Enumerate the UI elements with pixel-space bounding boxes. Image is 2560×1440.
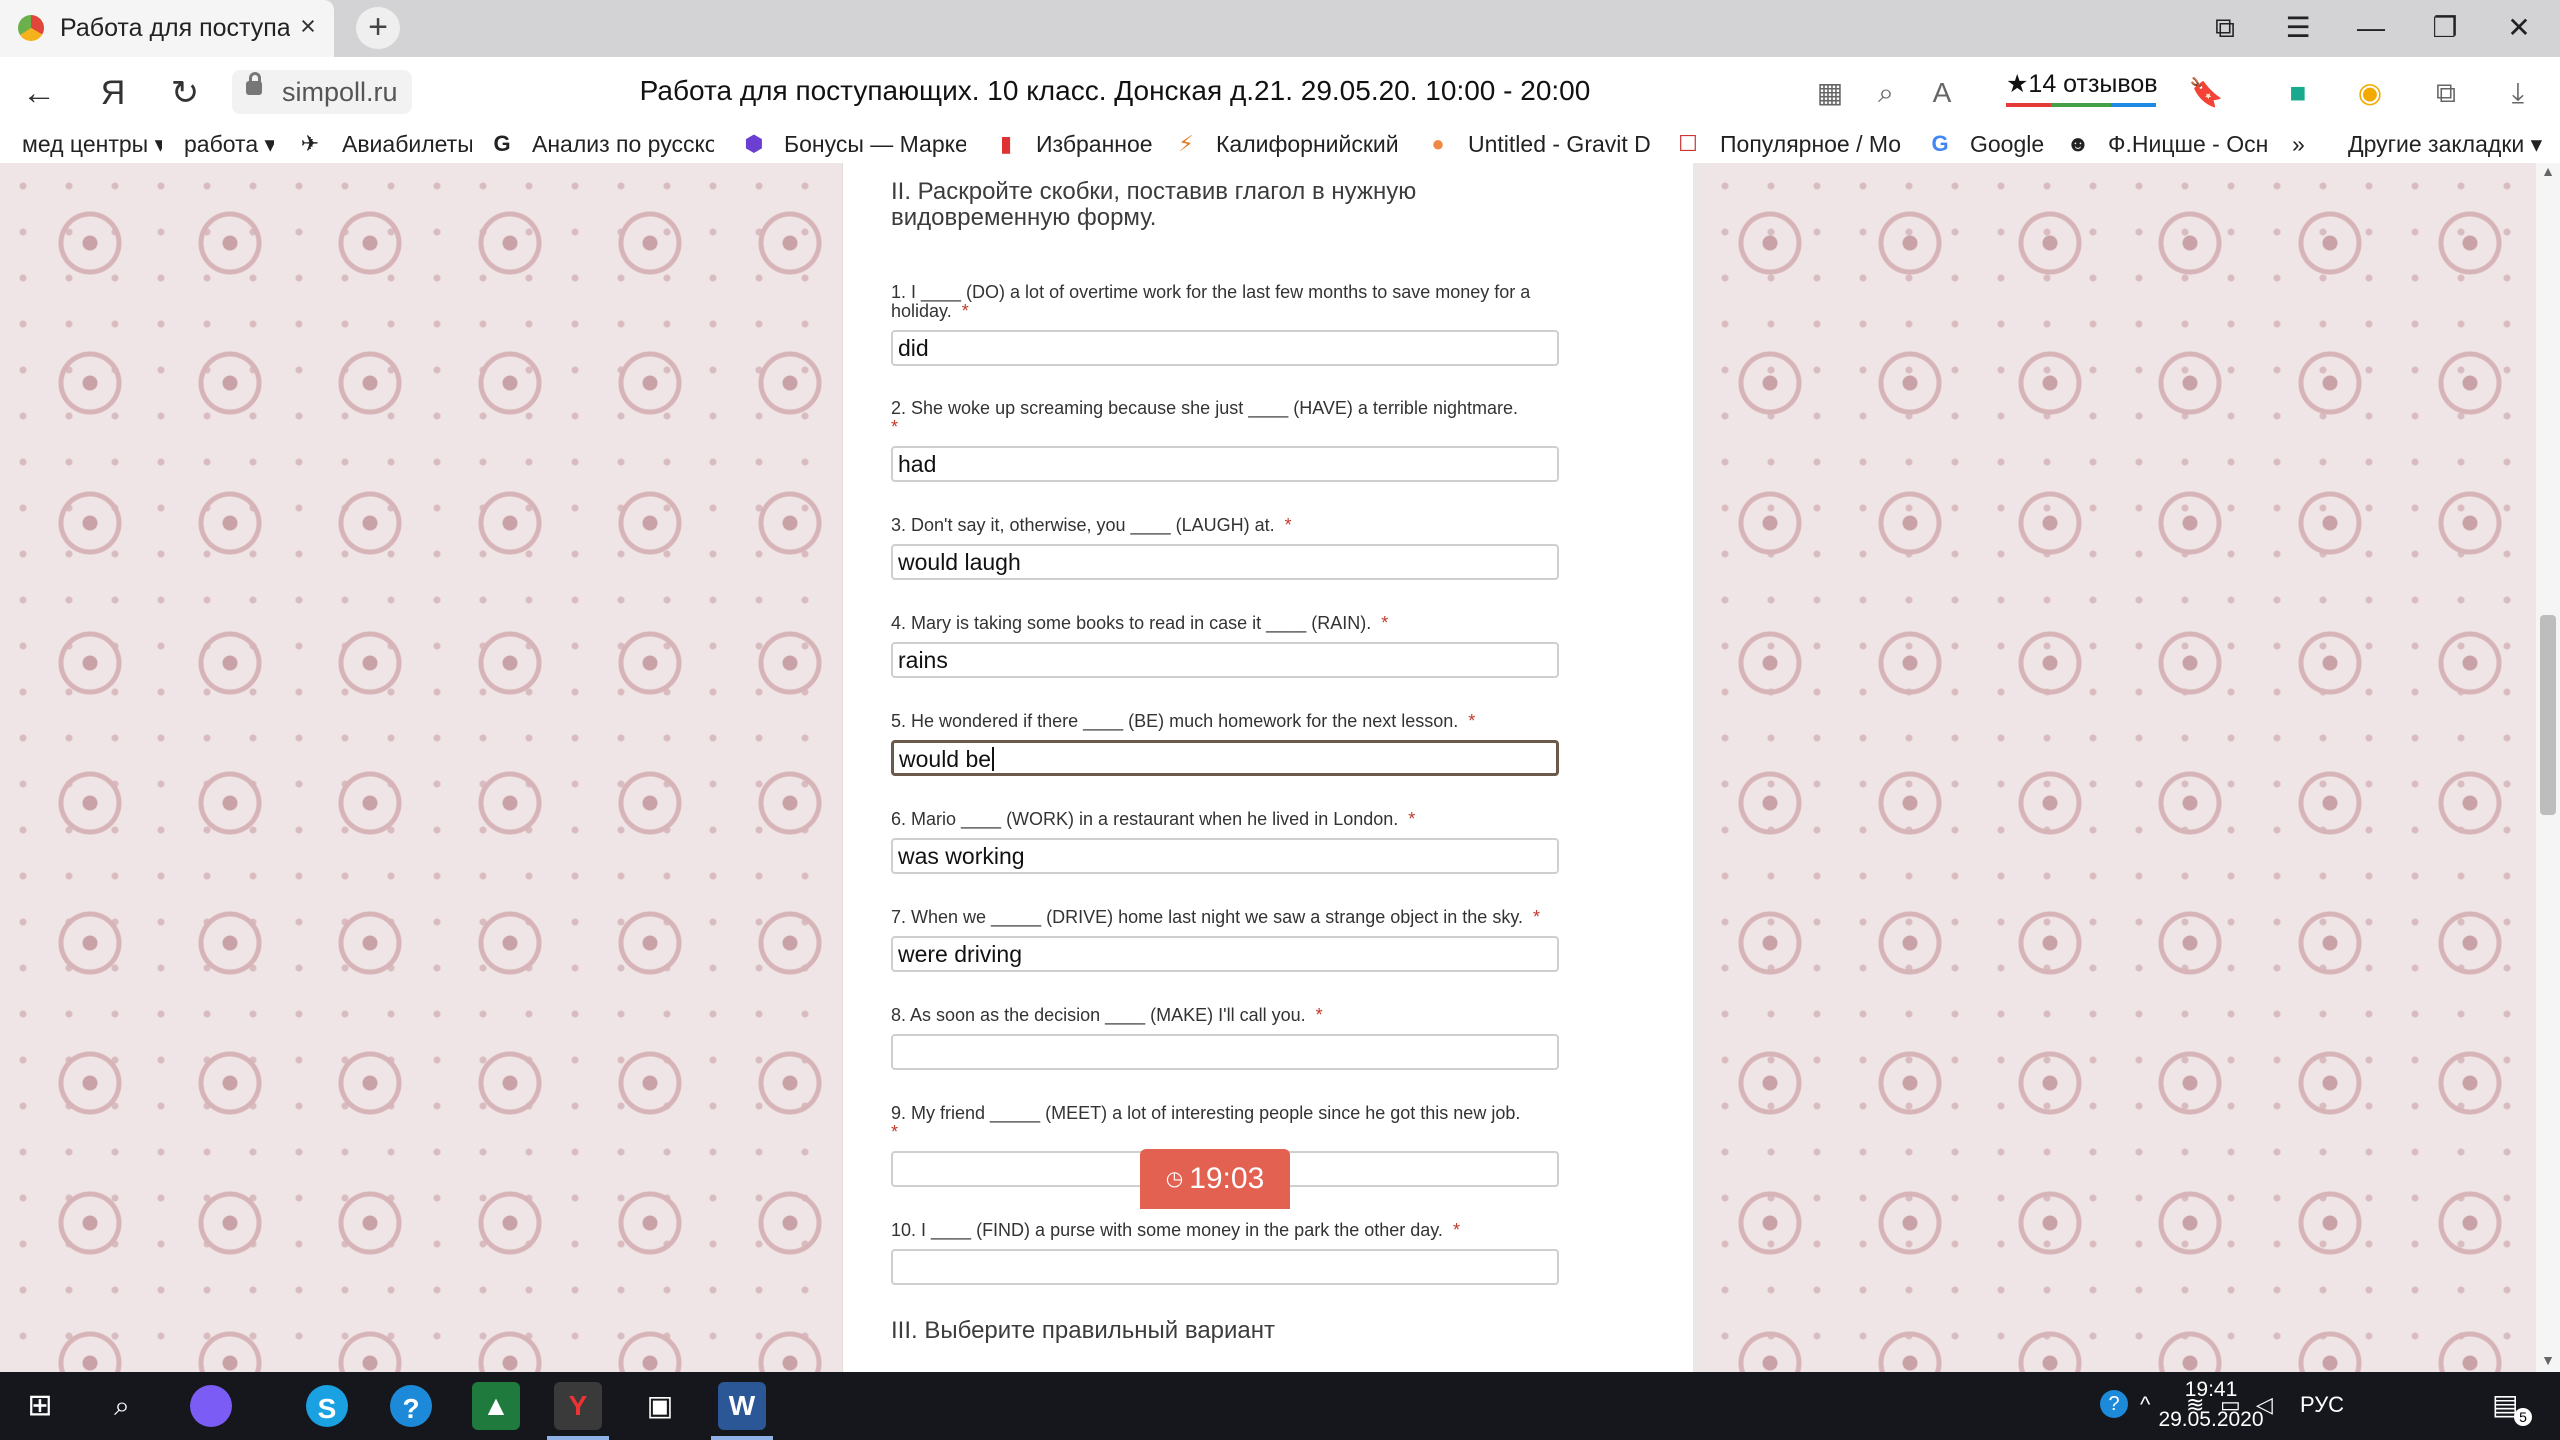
photos-icon[interactable]: ▣ xyxy=(636,1382,684,1430)
gravit-icon: ● xyxy=(1431,131,1445,156)
question-label: 2. She woke up screaming because she jus… xyxy=(891,398,1518,437)
taskbar: ⊞ ⌕ S ? ▲ Y ▣ W ? ^ ≋ ▭ ◁ РУС 19:41 29.0… xyxy=(0,1372,2560,1440)
url-field[interactable]: simpoll.ru xyxy=(232,70,412,114)
question-label: 7. When we _____ (DRIVE) home last night… xyxy=(891,907,1540,927)
bookmark-analiz[interactable]: Анализ по русском xyxy=(532,131,714,158)
maximize-button[interactable]: ❐ xyxy=(2420,10,2470,46)
question-label: 9. My friend _____ (MEET) a lot of inter… xyxy=(891,1103,1521,1142)
more-bookmarks-icon[interactable]: » xyxy=(2292,131,2305,158)
zoom-icon[interactable]: ⌕ xyxy=(1868,75,1904,111)
scroll-down-icon[interactable]: ▼ xyxy=(2536,1352,2560,1372)
tab-bar: Работа для поступающ × + ⧉ ☰ — ❐ ✕ xyxy=(0,0,2560,57)
bookmark-izbrannoe[interactable]: Избранное xyxy=(1036,131,1166,158)
clock-date[interactable]: 29.05.2020 xyxy=(2146,1408,2276,1432)
language-indicator[interactable]: РУС xyxy=(2300,1392,2344,1418)
windows-start-icon[interactable]: ⊞ xyxy=(16,1382,64,1430)
bookmark-icon[interactable]: 🔖 xyxy=(2188,75,2224,111)
tab-title: Работа для поступающ xyxy=(60,14,290,42)
alice-assistant-icon[interactable] xyxy=(190,1385,232,1427)
menu-icon[interactable]: ☰ xyxy=(2273,10,2323,46)
scroll-up-icon[interactable]: ▲ xyxy=(2536,163,2560,183)
nietzsche-icon: ☻ xyxy=(2066,131,2090,156)
edx-icon: ⚡ xyxy=(1178,131,1194,156)
question-label: 1. I ____ (DO) a lot of overtime work fo… xyxy=(891,282,1531,321)
page-title: Работа для поступающих. 10 класс. Донска… xyxy=(639,75,1591,106)
browser-tab[interactable]: Работа для поступающ × xyxy=(0,0,334,57)
next-section-title: III. Выберите правильный вариант xyxy=(891,1317,1276,1344)
help-icon[interactable]: ? xyxy=(390,1385,432,1427)
reload-button[interactable]: ↻ xyxy=(162,71,208,115)
question-label: 10. I ____ (FIND) a purse with some mone… xyxy=(891,1220,1460,1240)
chart-app-icon[interactable]: ▲ xyxy=(472,1382,520,1430)
answer-input[interactable]: would laugh xyxy=(891,544,1559,580)
bookmark-aviabilety[interactable]: Авиабилеты xyxy=(342,131,472,158)
clock-time[interactable]: 19:41 xyxy=(2166,1378,2256,1402)
answer-input-focused[interactable]: would be xyxy=(891,740,1559,776)
reviews-rating-bar xyxy=(2006,103,2156,107)
bookmark-california[interactable]: Калифорнийский у xyxy=(1216,131,1398,158)
search-icon[interactable]: ⌕ xyxy=(98,1382,146,1430)
question-label: 5. He wondered if there ____ (BE) much h… xyxy=(891,711,1476,731)
popular-icon: ☐ xyxy=(1678,131,1698,156)
yandex-browser-icon[interactable]: Y xyxy=(554,1382,602,1430)
answer-input[interactable]: was working xyxy=(891,838,1559,874)
clock-icon: ◷ xyxy=(1165,1168,1184,1190)
bookmarks-panel-icon[interactable]: ⧉ xyxy=(2200,10,2250,46)
lock-icon xyxy=(246,72,262,95)
bookmark-popular[interactable]: Популярное / Мо xyxy=(1720,131,1900,158)
bookmark-folder-med[interactable]: мед центры ▾ xyxy=(22,131,162,158)
help-tray-icon[interactable]: ? xyxy=(2100,1390,2128,1418)
extension-icon[interactable]: ■ xyxy=(2280,75,2316,111)
close-window-button[interactable]: ✕ xyxy=(2494,10,2544,46)
notification-count-badge: 5 xyxy=(2514,1408,2532,1426)
answer-input[interactable]: rains xyxy=(891,642,1559,678)
tab-close-icon[interactable]: × xyxy=(294,11,322,42)
downloads-icon[interactable]: ⤓ xyxy=(2500,75,2536,111)
question-label: 3. Don't say it, otherwise, you ____ (LA… xyxy=(891,515,1292,535)
scroll-thumb[interactable] xyxy=(2540,615,2556,815)
answer-input[interactable]: were driving xyxy=(891,936,1559,972)
site-favicon-icon xyxy=(18,15,44,41)
yandex-logo-icon[interactable]: Я xyxy=(90,71,136,115)
alice-icon[interactable]: ◉ xyxy=(2352,75,2388,111)
question-label: 8. As soon as the decision ____ (MAKE) I… xyxy=(891,1005,1323,1025)
market-icon: ⬢ xyxy=(744,131,764,156)
url-text: simpoll.ru xyxy=(282,77,398,107)
bookmark-google[interactable]: Google xyxy=(1970,131,2060,158)
active-app-indicator xyxy=(547,1436,609,1440)
timer-badge: ◷ 19:03 xyxy=(1140,1149,1290,1209)
google-icon: G xyxy=(493,131,511,156)
question-label: 6. Mario ____ (WORK) in a restaurant whe… xyxy=(891,809,1416,829)
active-app-indicator xyxy=(711,1436,773,1440)
google-icon: G xyxy=(1931,131,1949,156)
answer-input[interactable]: did xyxy=(891,330,1559,366)
back-button[interactable]: ← xyxy=(16,71,62,115)
collections-icon[interactable]: ⧉ xyxy=(2428,75,2464,111)
answer-input[interactable] xyxy=(891,1249,1559,1285)
section-title: II. Раскройте скобки, поставив глагол в … xyxy=(891,178,1417,231)
skype-icon[interactable]: S xyxy=(306,1385,348,1427)
bookmark-nietzsche[interactable]: Ф.Ницше - Осн xyxy=(2108,131,2268,158)
bookmark-folder-work[interactable]: работа ▾ xyxy=(184,131,274,158)
bookmarks-bar: мед центры ▾ работа ▾ ✈ Авиабилеты G Ана… xyxy=(0,127,2560,164)
answer-input[interactable] xyxy=(891,1034,1559,1070)
bookmark-bonusy[interactable]: Бонусы — Маркет xyxy=(784,131,966,158)
translate-page-icon[interactable]: ▦ xyxy=(1812,75,1848,111)
chart-icon: ▮ xyxy=(999,131,1013,156)
word-icon[interactable]: W xyxy=(718,1382,766,1430)
address-bar: ← Я ↻ simpoll.ru Работа для поступающих.… xyxy=(0,57,2560,127)
scrollbar[interactable]: ▲ ▼ xyxy=(2536,163,2560,1372)
text-cursor xyxy=(992,747,995,771)
new-tab-button[interactable]: + xyxy=(356,7,400,49)
answer-input[interactable]: had xyxy=(891,446,1559,482)
reviews-button[interactable]: ★14 отзывов xyxy=(2006,69,2158,99)
question-label: 4. Mary is taking some books to read in … xyxy=(891,613,1389,633)
translate-icon[interactable]: A xyxy=(1924,75,1960,111)
other-bookmarks-folder[interactable]: Другие закладки ▾ xyxy=(2348,131,2542,158)
bookmark-gravit[interactable]: Untitled - Gravit De xyxy=(1468,131,1650,158)
plane-icon: ✈ xyxy=(300,131,320,156)
minimize-button[interactable]: — xyxy=(2346,10,2396,46)
